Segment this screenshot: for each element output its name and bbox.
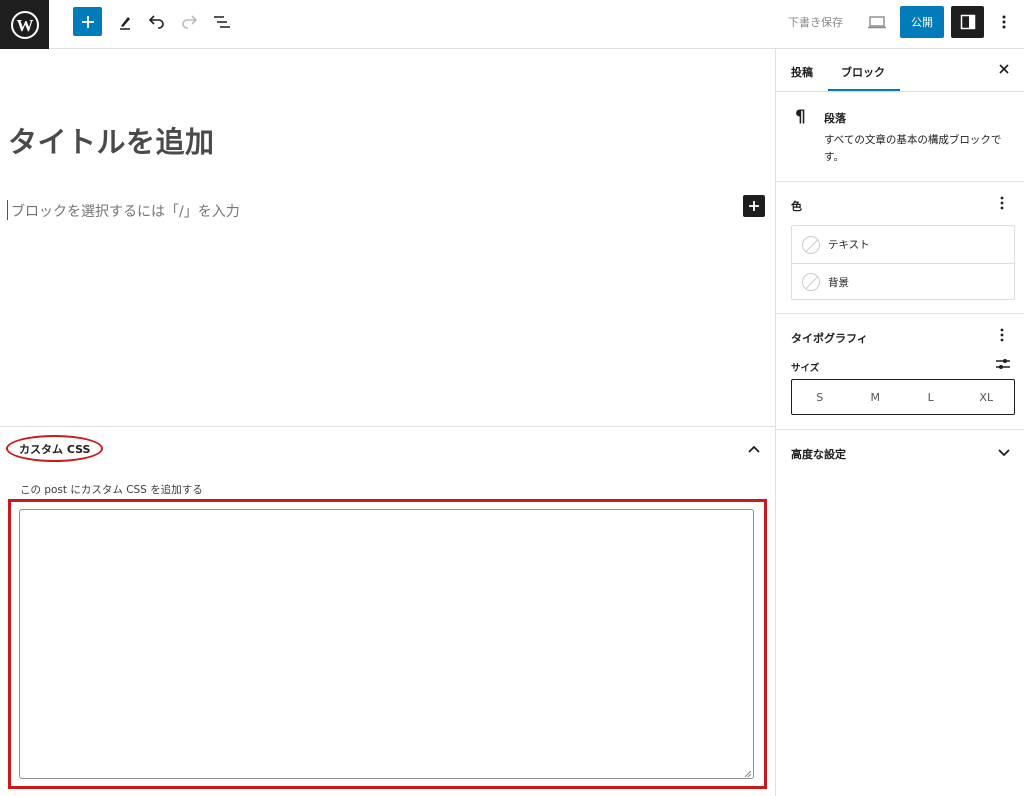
custom-css-title[interactable]: カスタム CSS: [19, 441, 90, 457]
tab-block[interactable]: ブロック: [841, 64, 885, 80]
text-caret: [7, 200, 8, 220]
size-option-l[interactable]: L: [903, 380, 959, 414]
sidebar-tabs: 投稿 ブロック: [776, 49, 1024, 92]
settings-sliders-icon[interactable]: [995, 356, 1011, 372]
wordpress-icon: W: [10, 10, 39, 39]
text-color-item[interactable]: テキスト: [792, 226, 1014, 263]
close-icon: [999, 64, 1009, 74]
chevron-up-icon: [748, 445, 760, 453]
size-option-m[interactable]: M: [848, 380, 904, 414]
paragraph-icon: ¶: [795, 107, 806, 127]
block-name: 段落: [824, 112, 846, 125]
pencil-icon: [120, 17, 130, 30]
editor-canvas: タイトルを追加 ブロックを選択するには「/」を入力: [0, 49, 775, 426]
size-option-s[interactable]: S: [792, 380, 848, 414]
plus-icon: [81, 15, 94, 28]
more-vertical-icon: [1000, 328, 1004, 342]
plus-icon: [749, 201, 759, 211]
list-view-button[interactable]: [207, 7, 237, 37]
close-sidebar-button[interactable]: [996, 61, 1012, 77]
wordpress-logo-button[interactable]: W: [0, 0, 49, 49]
save-draft-button[interactable]: 下書き保存: [788, 14, 843, 30]
color-list: テキスト 背景: [791, 225, 1015, 300]
typography-panel-title: タイポグラフィ: [791, 332, 868, 345]
custom-css-description: この post にカスタム CSS を追加する: [20, 484, 203, 496]
size-option-xl[interactable]: XL: [959, 380, 1015, 414]
block-card: ¶ 段落 すべての文章の基本の構成ブロックです。: [776, 92, 1024, 182]
undo-icon: [148, 15, 164, 29]
add-block-button[interactable]: [743, 195, 765, 217]
redo-button[interactable]: [174, 7, 204, 37]
typography-panel: タイポグラフィ サイズ S M L XL: [776, 314, 1024, 430]
block-description: すべての文章の基本の構成ブロックです。: [824, 134, 1002, 163]
color-swatch-icon: [802, 235, 820, 254]
background-color-item[interactable]: 背景: [792, 263, 1014, 300]
paragraph-block-placeholder[interactable]: ブロックを選択するには「/」を入力: [11, 201, 240, 221]
editor-header: W 下書き保存 公開: [0, 0, 1024, 49]
text-color-label: テキスト: [828, 239, 870, 251]
active-tab-indicator: [828, 89, 900, 91]
settings-sidebar: 投稿 ブロック ¶ 段落 すべての文章の基本の構成ブロックです。 色 テキスト: [775, 49, 1024, 796]
chevron-down-icon: [998, 449, 1010, 457]
post-title-input[interactable]: タイトルを追加: [8, 119, 215, 161]
tools-button[interactable]: [110, 7, 140, 37]
color-panel-title: 色: [791, 200, 802, 213]
color-options-button[interactable]: [994, 195, 1010, 211]
redo-icon: [182, 15, 198, 29]
preview-button[interactable]: [862, 7, 892, 37]
more-vertical-icon: [1002, 15, 1006, 29]
undo-button[interactable]: [142, 7, 172, 37]
background-color-label: 背景: [828, 276, 849, 289]
publish-button[interactable]: 公開: [900, 6, 944, 38]
options-menu-button[interactable]: [989, 7, 1019, 37]
resize-grip-icon[interactable]: [744, 770, 752, 778]
advanced-panel-title: 高度な設定: [791, 448, 846, 461]
custom-css-metabox: カスタム CSS この post にカスタム CSS を追加する: [0, 426, 775, 796]
font-size-label: サイズ: [791, 363, 820, 374]
color-swatch-icon: [802, 273, 820, 291]
typography-options-button[interactable]: [994, 327, 1010, 343]
svg-text:W: W: [16, 16, 33, 35]
list-view-icon: [214, 16, 230, 28]
block-inserter-button[interactable]: [73, 7, 102, 36]
tab-post[interactable]: 投稿: [791, 64, 813, 80]
font-size-toggle-group: S M L XL: [791, 379, 1015, 415]
custom-css-textarea[interactable]: [19, 509, 754, 779]
metabox-collapse-button[interactable]: [744, 439, 764, 459]
advanced-panel[interactable]: 高度な設定: [776, 430, 1024, 476]
more-vertical-icon: [1000, 196, 1004, 210]
laptop-icon: [868, 16, 886, 29]
color-panel: 色 テキスト 背景: [776, 182, 1024, 314]
sidebar-icon: [960, 14, 975, 30]
settings-toggle-button[interactable]: [951, 6, 984, 38]
